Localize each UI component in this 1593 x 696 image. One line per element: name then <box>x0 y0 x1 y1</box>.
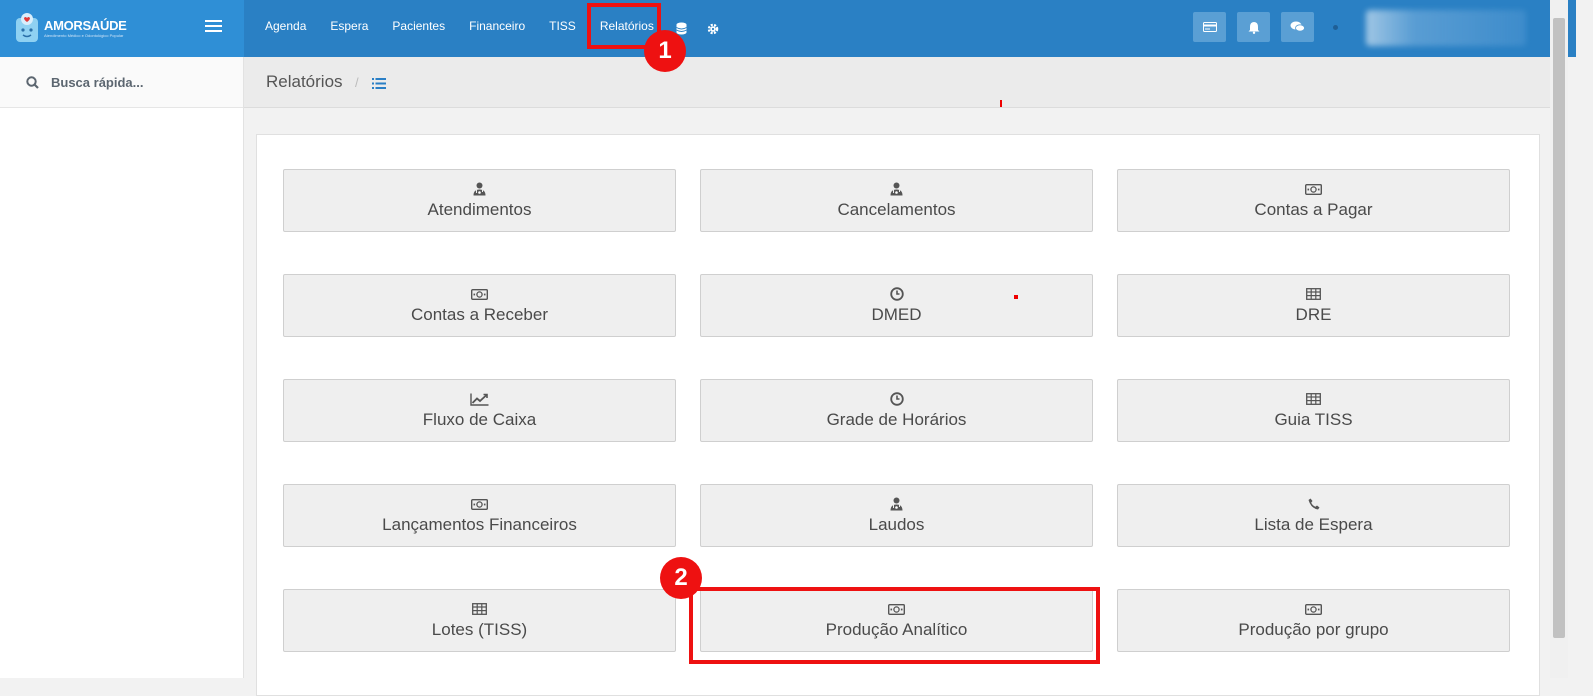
card-icon[interactable] <box>1193 12 1226 42</box>
user-doctor-icon <box>890 181 903 197</box>
chart-line-icon <box>470 391 489 407</box>
search-icon <box>26 75 39 89</box>
report-label: DMED <box>871 305 922 324</box>
money-icon <box>1305 601 1322 617</box>
report-button-laudos[interactable]: Laudos <box>700 484 1093 547</box>
report-label: Cancelamentos <box>837 200 956 219</box>
scrollbar-thumb[interactable] <box>1553 18 1565 638</box>
bell-icon[interactable] <box>1237 12 1270 42</box>
report-label: Guia TISS <box>1274 410 1353 429</box>
logo-icon <box>16 13 38 42</box>
money-icon <box>471 286 488 302</box>
report-button-lotes-tiss[interactable]: Lotes (TISS) <box>283 589 676 652</box>
gear-icon[interactable] <box>697 0 729 57</box>
page-title: Relatórios <box>266 72 343 91</box>
report-button-contas-a-pagar[interactable]: Contas a Pagar <box>1117 169 1510 232</box>
table-icon <box>1306 391 1321 407</box>
list-icon[interactable] <box>372 76 386 94</box>
header-tools <box>1193 12 1338 42</box>
report-label: Produção por grupo <box>1238 620 1389 639</box>
quick-search[interactable]: Busca rápida... <box>0 57 243 108</box>
report-label: Laudos <box>868 515 925 534</box>
report-label: Lista de Espera <box>1254 515 1373 534</box>
report-label: Atendimentos <box>427 200 532 219</box>
report-label: Contas a Pagar <box>1254 200 1373 219</box>
sidebar: Busca rápida... <box>0 57 244 678</box>
report-label: DRE <box>1295 305 1332 324</box>
report-button-dre[interactable]: DRE <box>1117 274 1510 337</box>
step-badge-1: 1 <box>644 30 686 72</box>
table-icon <box>472 601 487 617</box>
nav-tiss[interactable]: TISS <box>537 0 588 57</box>
clock-icon <box>889 391 904 407</box>
report-button-producao-por-grupo[interactable]: Produção por grupo <box>1117 589 1510 652</box>
status-dot <box>1333 24 1338 30</box>
report-button-guia-tiss[interactable]: Guia TISS <box>1117 379 1510 442</box>
nav-pacientes[interactable]: Pacientes <box>380 0 457 57</box>
report-label: Grade de Horários <box>826 410 967 429</box>
table-icon <box>1306 286 1321 302</box>
report-label: Contas a Receber <box>410 305 549 324</box>
nav-agenda[interactable]: Agenda <box>253 0 318 57</box>
nav-espera[interactable]: Espera <box>318 0 380 57</box>
brand-subtitle: Atendimento Médico e Odontológico Popula… <box>44 32 124 38</box>
breadcrumb-separator: / <box>355 75 359 90</box>
user-doctor-icon <box>473 181 486 197</box>
brand-name: AMORSAÚDE <box>44 17 127 33</box>
logo-area: AMORSAÚDE Atendimento Médico e Odontológ… <box>0 0 244 57</box>
report-button-atendimentos[interactable]: Atendimentos <box>283 169 676 232</box>
step-badge-2: 2 <box>660 557 702 599</box>
menu-toggle-icon[interactable] <box>205 20 222 34</box>
highlight-producao-analitico <box>689 587 1100 664</box>
marker-line <box>1000 100 1002 107</box>
report-button-contas-a-receber[interactable]: Contas a Receber <box>283 274 676 337</box>
report-button-fluxo-de-caixa[interactable]: Fluxo de Caixa <box>283 379 676 442</box>
search-input[interactable]: Busca rápida... <box>51 75 143 90</box>
breadcrumb: Relatórios / <box>244 57 1550 108</box>
top-navbar: AMORSAÚDE Atendimento Médico e Odontológ… <box>0 0 1576 57</box>
report-button-lista-de-espera[interactable]: Lista de Espera <box>1117 484 1510 547</box>
brand-logo[interactable]: AMORSAÚDE Atendimento Médico e Odontológ… <box>14 12 127 44</box>
report-button-lancamentos-financeiros[interactable]: Lançamentos Financeiros <box>283 484 676 547</box>
report-label: Lançamentos Financeiros <box>382 515 577 534</box>
money-icon <box>1305 181 1322 197</box>
money-icon <box>471 496 488 512</box>
chat-icon[interactable] <box>1281 12 1314 42</box>
phone-icon <box>1308 496 1320 512</box>
report-label: Fluxo de Caixa <box>422 410 537 429</box>
clock-icon <box>889 286 904 302</box>
report-button-grade-de-horarios[interactable]: Grade de Horários <box>700 379 1093 442</box>
report-button-dmed[interactable]: DMED <box>700 274 1093 337</box>
marker-dot <box>1014 295 1018 299</box>
user-doctor-icon <box>890 496 903 512</box>
nav-financeiro[interactable]: Financeiro <box>457 0 537 57</box>
user-menu-blurred[interactable] <box>1366 10 1526 46</box>
report-label: Lotes (TISS) <box>431 620 528 639</box>
report-button-cancelamentos[interactable]: Cancelamentos <box>700 169 1093 232</box>
